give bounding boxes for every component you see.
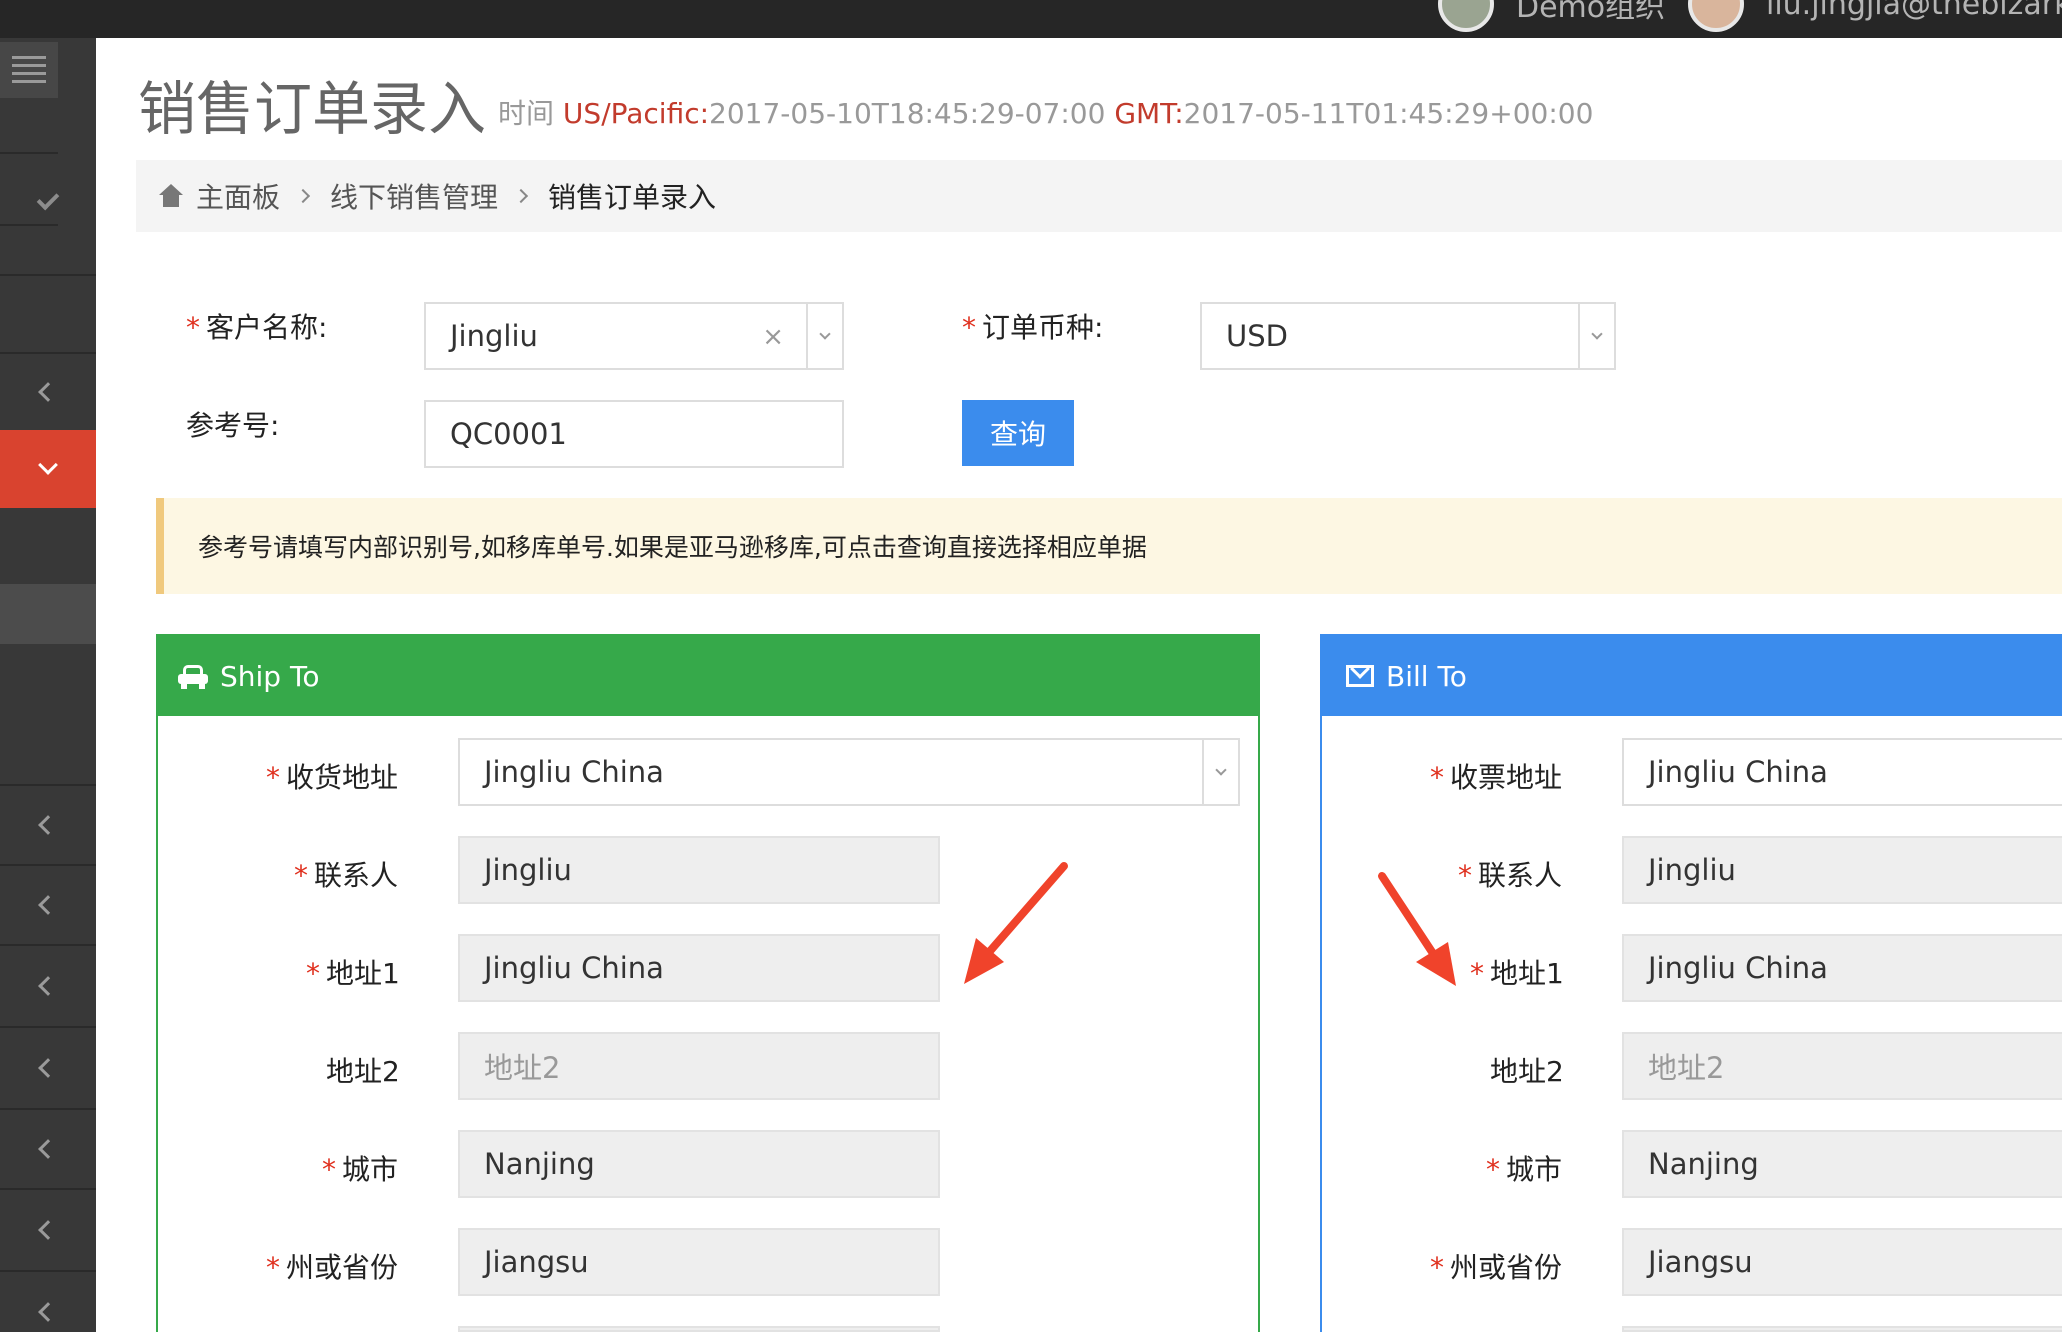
- arrow-annotation-left: [964, 862, 1068, 984]
- annotation-arrows: [964, 862, 1456, 986]
- arrow-annotation-right: [1378, 872, 1456, 986]
